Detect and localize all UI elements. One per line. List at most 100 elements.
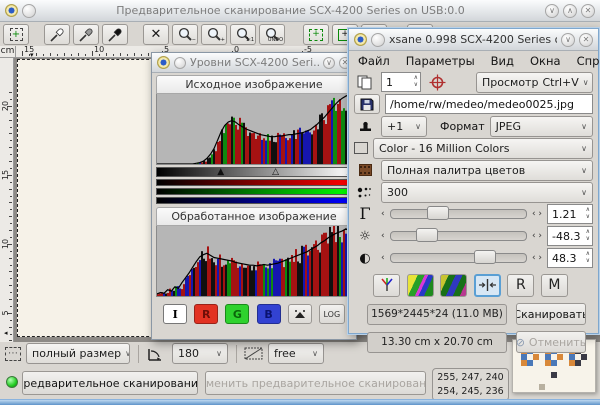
minimize-button[interactable] — [22, 4, 36, 18]
target-icon — [426, 74, 448, 91]
menu-windows[interactable]: Окна — [530, 54, 561, 68]
autoselect-area-button[interactable]: + — [303, 24, 329, 45]
menu-preferences[interactable]: Параметры — [406, 54, 475, 68]
resolution-select[interactable]: 300∨ — [381, 182, 593, 203]
scan-button[interactable]: Сканировать — [516, 303, 586, 325]
aspect-ratio-select[interactable]: free∨ — [268, 343, 324, 364]
rgb-restore-button[interactable]: R — [507, 274, 534, 297]
contrast-spinner[interactable]: 48.3 ∧∨ — [547, 248, 593, 268]
cancel-icon: ⊘ — [516, 336, 525, 349]
spinner-arrows-icon[interactable]: ∧∨ — [584, 207, 592, 220]
gamma-spinner[interactable]: 1.21 ∧∨ — [547, 204, 593, 224]
store-enhancement-button[interactable] — [474, 274, 501, 297]
viewer-shortcut: Ctrl+V — [542, 76, 578, 89]
green-channel-button[interactable]: G — [225, 304, 249, 324]
gamma-slider[interactable] — [390, 209, 527, 219]
red-channel-button[interactable]: R — [194, 304, 218, 324]
store-arrows-icon — [479, 279, 496, 291]
blue-channel-button[interactable]: B — [257, 304, 281, 324]
shade-button[interactable]: ∨ — [545, 4, 559, 18]
format-select[interactable]: JPEG∨ — [490, 116, 593, 137]
acquire-preview-button[interactable]: Предварительное сканирование — [22, 371, 198, 395]
aspect-ratio-icon — [244, 347, 264, 361]
rgb-default-button[interactable] — [373, 274, 400, 297]
browse-filename-button[interactable] — [354, 94, 380, 114]
close-button[interactable]: ✕ — [581, 4, 595, 18]
maximize-button[interactable]: ∧ — [563, 4, 577, 18]
chevron-down-icon: ∨ — [216, 349, 222, 358]
pick-gray-point-button[interactable] — [73, 24, 99, 45]
counter-step-value: +1 — [387, 120, 403, 133]
intensity-channel-button[interactable]: I — [163, 304, 187, 324]
cancel-label: Отменить — [529, 336, 586, 349]
slider-arrows-icon[interactable]: ‹ › — [532, 254, 542, 263]
pixmap-display-button[interactable] — [288, 304, 312, 324]
medium-store-button[interactable]: M — [541, 274, 568, 297]
filename-input[interactable]: /home/rw/medeo/medeo0025.jpg — [385, 94, 593, 114]
log-scale-button[interactable]: LOG — [319, 304, 345, 324]
gamma-point-marker[interactable]: △ — [272, 167, 279, 177]
copies-value: 1 — [386, 76, 393, 89]
gray-gradient-slider[interactable]: ▲ △ △ — [156, 167, 352, 177]
black-point-marker[interactable]: ▲ — [217, 167, 224, 177]
brightness-slider[interactable] — [390, 231, 527, 241]
resolution-value: 300 — [387, 186, 408, 199]
app-icon — [5, 4, 18, 17]
menu-help[interactable]: Справка — [577, 54, 600, 68]
rotation-select[interactable]: 180∨ — [172, 343, 228, 364]
medium-select[interactable]: Полная палитра цветов∨ — [381, 160, 593, 181]
menu-file[interactable]: Файл — [358, 54, 390, 68]
contrast-value: 48.3 — [552, 252, 577, 265]
pixel-color-readout: 255, 247, 240 254, 245, 236 — [432, 368, 509, 401]
zoom-in-button[interactable]: + — [201, 24, 227, 45]
zoom-out-button[interactable]: − — [172, 24, 198, 45]
select-full-area-button[interactable]: + — [3, 24, 29, 45]
close-button[interactable]: ✕ — [579, 33, 593, 47]
xsane-window: xsane 0.998 SCX-4200 Series o... ∨ ✕ Фай… — [348, 28, 599, 334]
restore-enhancement-button[interactable] — [440, 274, 467, 297]
menu-view[interactable]: Вид — [491, 54, 514, 68]
slider-thumb[interactable] — [474, 250, 496, 264]
slider-arrows-icon[interactable]: ‹ › — [532, 232, 542, 241]
preview-titlebar[interactable]: Предварительное сканирование SCX-4200 Se… — [0, 0, 600, 22]
slider-thumb[interactable] — [427, 206, 449, 220]
shade-button[interactable]: ∨ — [561, 33, 575, 47]
contrast-slider[interactable] — [390, 253, 527, 263]
unzoom-button[interactable]: ✕ — [143, 24, 169, 45]
enhancement-button-row: R M — [373, 273, 568, 297]
zoom-normal-button[interactable]: 1:1 — [230, 24, 256, 45]
minimize-button[interactable] — [174, 57, 186, 69]
chevron-down-icon: ∨ — [312, 349, 318, 358]
ruler-unit: cm — [0, 46, 16, 58]
spinner-arrows-icon[interactable]: ∧∨ — [584, 251, 592, 264]
slider-thumb[interactable] — [416, 228, 438, 242]
xsane-titlebar[interactable]: xsane 0.998 SCX-4200 Series o... ∨ ✕ — [349, 29, 598, 51]
preview-window-title: Предварительное сканирование SCX-4200 Se… — [40, 4, 541, 17]
levels-titlebar[interactable]: Уровни SCX-4200 Seri... ∨ ✕ — [152, 53, 356, 73]
copies-spinner[interactable]: 1 ∧∨ — [381, 72, 421, 92]
spinner-arrows-icon[interactable]: ∧∨ — [412, 75, 420, 88]
pick-white-point-button[interactable] — [44, 24, 70, 45]
slider-arrows-icon[interactable]: ‹ › — [532, 210, 542, 219]
rgb-pipette-icon — [379, 277, 395, 293]
target-viewer-select[interactable]: Просмотр Ctrl+V ∨ — [476, 72, 593, 93]
preset-area-select[interactable]: полный размер∨ — [26, 343, 130, 364]
zoom-undo-button[interactable]: UNDO — [259, 24, 285, 45]
auto-enhancement-button[interactable] — [407, 274, 434, 297]
processed-histogram — [156, 226, 354, 297]
chevron-down-icon: ∨ — [125, 349, 130, 358]
brightness-spinner[interactable]: -48.3 ∧∨ — [547, 226, 593, 246]
spinner-arrows-icon[interactable]: ∧∨ — [584, 229, 592, 242]
shade-button[interactable]: ∨ — [323, 57, 335, 69]
slider-left-arrow-icon[interactable]: ‹ — [381, 232, 385, 241]
medium-value: Полная палитра цветов — [387, 164, 525, 177]
slider-left-arrow-icon[interactable]: ‹ — [381, 210, 385, 219]
pick-black-point-button[interactable] — [102, 24, 128, 45]
counter-step-select[interactable]: +1∨ — [381, 116, 427, 137]
minimize-button[interactable] — [371, 33, 385, 47]
brightness-icon: ☼ — [354, 230, 376, 243]
slider-left-arrow-icon[interactable]: ‹ — [381, 254, 385, 263]
contrast-icon: ◐ — [354, 252, 376, 265]
colormode-select[interactable]: Color - 16 Million Colors∨ — [373, 138, 593, 159]
zoom-in-icon — [207, 27, 222, 42]
